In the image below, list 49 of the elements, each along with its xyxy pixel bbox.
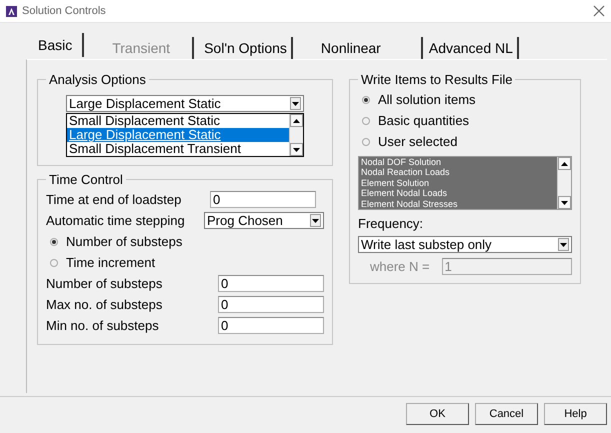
tab[interactable]: Nonlinear [292,37,423,59]
dialog-button[interactable]: OK [406,403,469,425]
app-logo-icon [6,6,17,16]
radio-label: Time increment [66,255,156,270]
group-title: Time Control [48,172,124,187]
input-field[interactable]: 0 [218,317,324,334]
field-label: Max no. of substeps [46,297,162,312]
field-label: Min no. of substeps [46,318,159,333]
radio-label: User selected [378,134,458,149]
radio-button[interactable] [50,238,58,246]
dropdown-option[interactable]: Small Displacement Static [67,114,289,128]
radio-label: Number of substeps [66,234,182,249]
field-label: where N = [370,259,430,274]
list-item[interactable]: Element Solution [359,178,557,188]
radio-button[interactable] [362,138,370,146]
dialog-button[interactable]: Help [544,403,607,425]
window-title: Solution Controls [22,5,106,17]
radio-button[interactable] [362,116,370,124]
list-item[interactable]: Nodal Reaction Loads [359,167,557,178]
field-label: Automatic time stepping [46,213,185,228]
scroll-up-icon[interactable] [290,114,303,127]
input-field[interactable]: 0 [218,275,324,292]
time-stepping-dropdown[interactable]: Prog Chosen [204,212,324,229]
scroll-down-icon[interactable] [290,143,303,156]
field-label: Number of substeps [46,276,162,291]
scroll-down-icon[interactable] [558,196,571,210]
analysis-type-dropdown[interactable]: Large Displacement Static [66,95,304,112]
dropdown-option[interactable]: Small Displacement Transient [67,142,289,156]
field-label: Frequency: [358,216,424,232]
radio-label: All solution items [378,92,476,107]
dialog-button[interactable]: Cancel [475,403,538,425]
radio-button[interactable] [362,96,370,104]
list-item[interactable]: Element Nodal Loads [359,188,557,199]
list-item[interactable]: Nodal DOF Solution [359,157,557,168]
scroll-up-icon[interactable] [558,157,571,170]
input-field[interactable]: 0 [218,296,324,313]
group-title: Write Items to Results File [360,72,514,87]
list-item[interactable]: Element Nodal Stresses [359,198,557,210]
frequency-dropdown[interactable]: Write last substep only [358,236,572,254]
tab[interactable]: Advanced NL [422,37,519,59]
radio-label: Basic quantities [378,113,470,128]
radio-button[interactable] [50,258,58,266]
tab[interactable]: Sol'n Options [198,37,293,59]
field-label: Time at end of loadstep [46,192,182,207]
group-title: Analysis Options [48,72,147,87]
tab[interactable]: Basic [28,33,84,57]
close-icon[interactable] [593,5,605,17]
input-field[interactable]: 0 [210,191,316,208]
dropdown-option[interactable]: Large Displacement Static [67,128,289,142]
